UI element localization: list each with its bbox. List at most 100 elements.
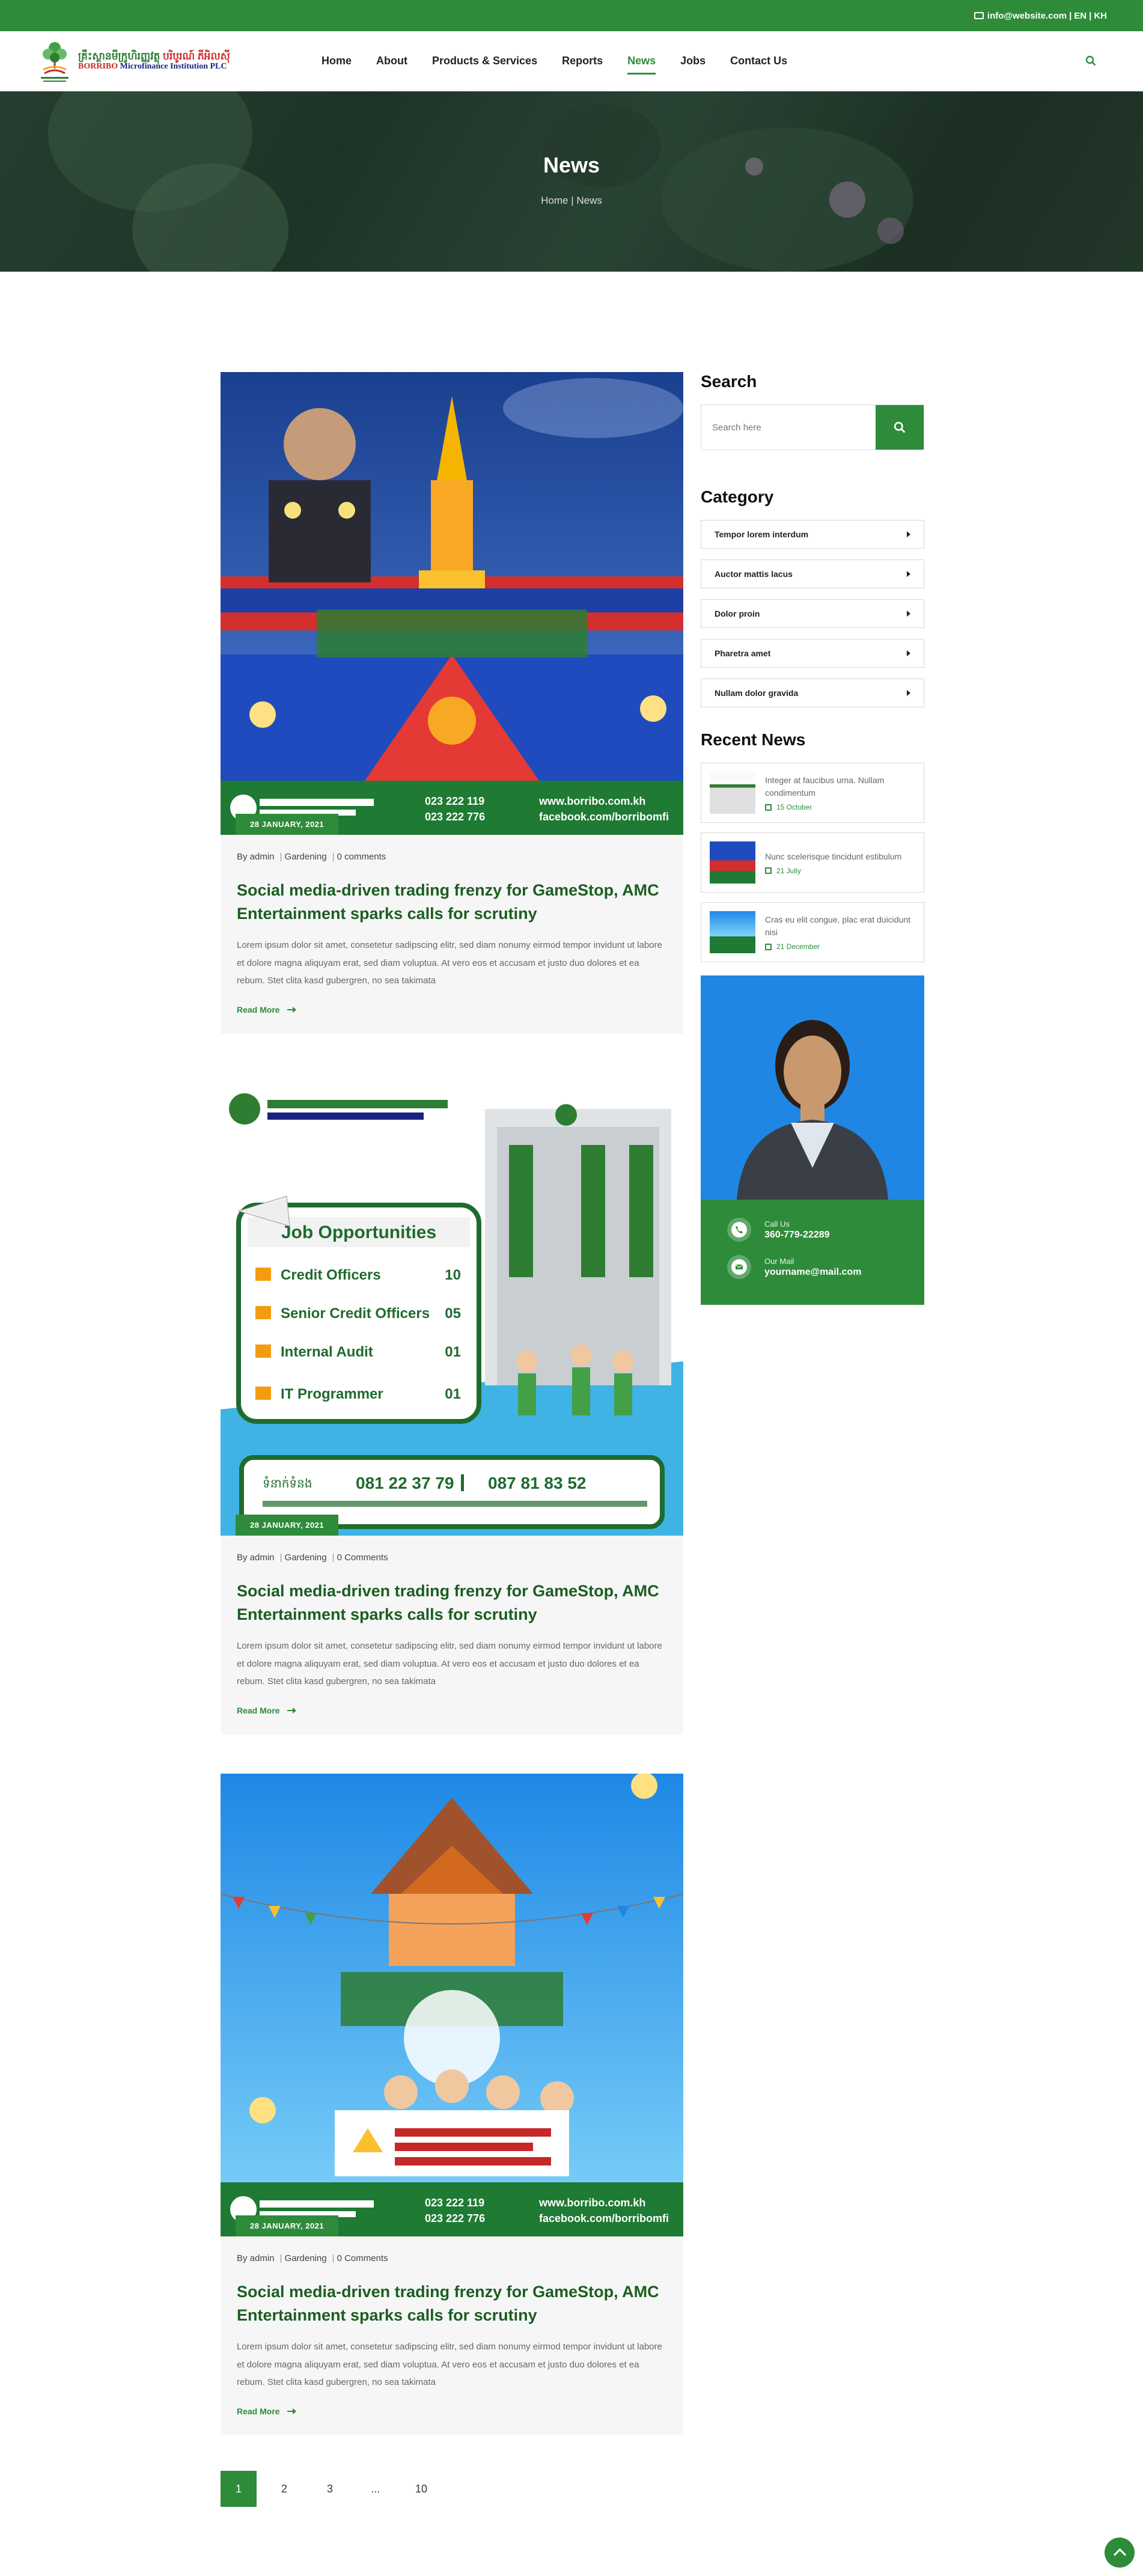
- job-opportunities-poster-image: Job Opportunities Credit Officers 10 Sen…: [221, 1073, 683, 1536]
- post-comments[interactable]: 0 Comments: [337, 2253, 388, 2263]
- post-excerpt: Lorem ipsum dolor sit amet, consetetur s…: [237, 940, 662, 986]
- recent-news-thumbnail: [710, 911, 755, 953]
- nav-news[interactable]: News: [627, 34, 656, 88]
- mail-label: Our Mail: [764, 1256, 794, 1266]
- caret-right-icon: [907, 650, 910, 656]
- nav-reports[interactable]: Reports: [562, 34, 603, 88]
- search-input[interactable]: [701, 405, 876, 450]
- post-comments[interactable]: 0 Comments: [337, 1552, 388, 1563]
- post-image[interactable]: 023 222 119 023 222 776 www.borribo.com.…: [221, 372, 683, 835]
- nav-jobs[interactable]: Jobs: [680, 34, 706, 88]
- img-phone-1: 023 222 119: [425, 795, 484, 807]
- post-category[interactable]: Gardening: [285, 1552, 327, 1563]
- breadcrumb[interactable]: Home | News: [0, 195, 1143, 207]
- read-more-link[interactable]: Read More: [237, 1706, 296, 1715]
- img-job-title: Senior Credit Officers: [281, 1305, 430, 1322]
- recent-news-date: 21 December: [765, 942, 915, 951]
- post-title[interactable]: Social media-driven trading frenzy for G…: [237, 879, 667, 926]
- top-separator: |: [1069, 10, 1072, 21]
- search-icon[interactable]: [1085, 55, 1096, 66]
- recent-news-title: Integer at faucibus urna. Nullam condime…: [765, 775, 885, 798]
- img-job-count: 01: [445, 1344, 461, 1360]
- calendar-icon: [765, 804, 772, 811]
- phone-icon: [727, 1218, 751, 1242]
- logo-en: BORRIBO Microfinance Institution PLC: [78, 62, 227, 72]
- posts-column: 023 222 119 023 222 776 www.borribo.com.…: [221, 372, 683, 2507]
- recent-news-title: Cras eu elit congue, plac erat duicidunt…: [765, 915, 911, 937]
- arrow-right-icon: [287, 1007, 296, 1013]
- lang-kh-link[interactable]: KH: [1094, 11, 1107, 21]
- contact-mail[interactable]: Our Mail yourname@mail.com: [727, 1255, 898, 1279]
- scroll-to-top-button[interactable]: [1105, 2538, 1135, 2568]
- recent-news-item[interactable]: Cras eu elit congue, plac erat duicidunt…: [701, 902, 924, 962]
- img-job-heading: Job Opportunities: [281, 1222, 436, 1242]
- category-item[interactable]: Auctor mattis lacus: [701, 560, 924, 588]
- post-category[interactable]: Gardening: [285, 2253, 327, 2263]
- contact-card: Call Us 360-779-22289 Our Mail yourname@ma…: [701, 975, 924, 1305]
- post-category[interactable]: Gardening: [285, 852, 327, 862]
- post-date: 28 JANUARY, 2021: [236, 1515, 339, 1536]
- top-bar: info@website.com | EN | KH: [0, 0, 1143, 31]
- recent-news-item[interactable]: Integer at faucibus urna. Nullam condime…: [701, 763, 924, 823]
- recent-news-heading: Recent News: [701, 730, 806, 749]
- page-ellipsis: ...: [371, 2482, 380, 2495]
- top-email[interactable]: info@website.com: [987, 11, 1067, 21]
- contact-info: Call Us 360-779-22289 Our Mail yourname@ma…: [701, 1200, 924, 1305]
- page-title: News: [543, 153, 600, 177]
- post-date: 28 JANUARY, 2021: [236, 814, 339, 835]
- post-title[interactable]: Social media-driven trading frenzy for G…: [237, 2280, 667, 2327]
- lang-en-link[interactable]: EN: [1074, 11, 1087, 21]
- category-item[interactable]: Pharetra amet: [701, 639, 924, 668]
- post-excerpt: Lorem ipsum dolor sit amet, consetetur s…: [237, 1641, 662, 1686]
- contact-call[interactable]: Call Us 360-779-22289: [727, 1218, 898, 1242]
- page-10[interactable]: 10: [403, 2471, 439, 2507]
- img-phone-2: 023 222 776: [425, 2212, 485, 2224]
- call-value[interactable]: 360-779-22289: [764, 1230, 830, 1241]
- mail-value[interactable]: yourname@mail.com: [764, 1267, 861, 1278]
- img-job-count: 10: [445, 1267, 461, 1283]
- post-comments[interactable]: 0 comments: [337, 852, 386, 862]
- page-3[interactable]: 3: [312, 2471, 348, 2507]
- post-title[interactable]: Social media-driven trading frenzy for G…: [237, 1579, 667, 1626]
- img-job-title: Internal Audit: [281, 1344, 373, 1360]
- recent-news-item[interactable]: Nunc scelerisque tincidunt estibulum 21 …: [701, 832, 924, 893]
- nav-contact-us[interactable]: Contact Us: [730, 34, 787, 88]
- post-image[interactable]: Job Opportunities Credit Officers 10 Sen…: [221, 1073, 683, 1536]
- staff-photo: [701, 975, 924, 1200]
- sidebar: Search Category Tempor lorem interdum Au…: [701, 372, 924, 1305]
- arrow-right-icon: [287, 2408, 296, 2415]
- post-author[interactable]: By admin: [237, 1552, 275, 1563]
- read-more-link[interactable]: Read More: [237, 2407, 296, 2416]
- post-meta: By admin Gardening 0 Comments: [237, 2253, 667, 2263]
- logo-emblem-icon: [41, 41, 69, 82]
- site-logo[interactable]: គ្រឹះស្ថានមីក្រូហិរញ្ញវត្ថុ បរិបូរណ៍ ភីអ…: [36, 37, 276, 85]
- page-1[interactable]: 1: [221, 2471, 257, 2507]
- post-author[interactable]: By admin: [237, 2253, 275, 2263]
- nav-home[interactable]: Home: [322, 34, 352, 88]
- img-phone-1: 023 222 119: [425, 2197, 484, 2209]
- category-item[interactable]: Tempor lorem interdum: [701, 520, 924, 549]
- img-website: www.borribo.com.kh: [538, 795, 645, 807]
- post-author[interactable]: By admin: [237, 852, 275, 862]
- nav-about[interactable]: About: [376, 34, 407, 88]
- sidebar-search: [701, 404, 924, 450]
- logo-text: គ្រឹះស្ថានមីក្រូហិរញ្ញវត្ថុ បរិបូរណ៍ ភីអ…: [78, 50, 230, 72]
- recent-news-title: Nunc scelerisque tincidunt estibulum: [765, 851, 902, 861]
- img-facebook: facebook.com/borribomfi: [539, 2212, 669, 2224]
- img-job-count: 05: [445, 1305, 461, 1322]
- main-nav: Home About Products & Services Reports N…: [322, 34, 812, 88]
- post-card: 023 222 119 023 222 776 www.borribo.com.…: [221, 1774, 683, 2436]
- category-item[interactable]: Nullam dolor gravida: [701, 679, 924, 707]
- recent-news-thumbnail: [710, 772, 755, 814]
- page-2[interactable]: 2: [266, 2471, 302, 2507]
- read-more-link[interactable]: Read More: [237, 1005, 296, 1015]
- festival-poster-image: 023 222 119 023 222 776 www.borribo.com.…: [221, 1774, 683, 2237]
- search-button[interactable]: [876, 405, 924, 450]
- img-facebook: facebook.com/borribomfi: [539, 811, 669, 823]
- img-phone-1: 081 22 37 79: [356, 1474, 454, 1492]
- post-excerpt: Lorem ipsum dolor sit amet, consetetur s…: [237, 2342, 662, 2387]
- post-image[interactable]: 023 222 119 023 222 776 www.borribo.com.…: [221, 1774, 683, 2237]
- category-item[interactable]: Dolor proin: [701, 599, 924, 628]
- nav-products-services[interactable]: Products & Services: [432, 34, 537, 88]
- img-website: www.borribo.com.kh: [538, 2197, 645, 2209]
